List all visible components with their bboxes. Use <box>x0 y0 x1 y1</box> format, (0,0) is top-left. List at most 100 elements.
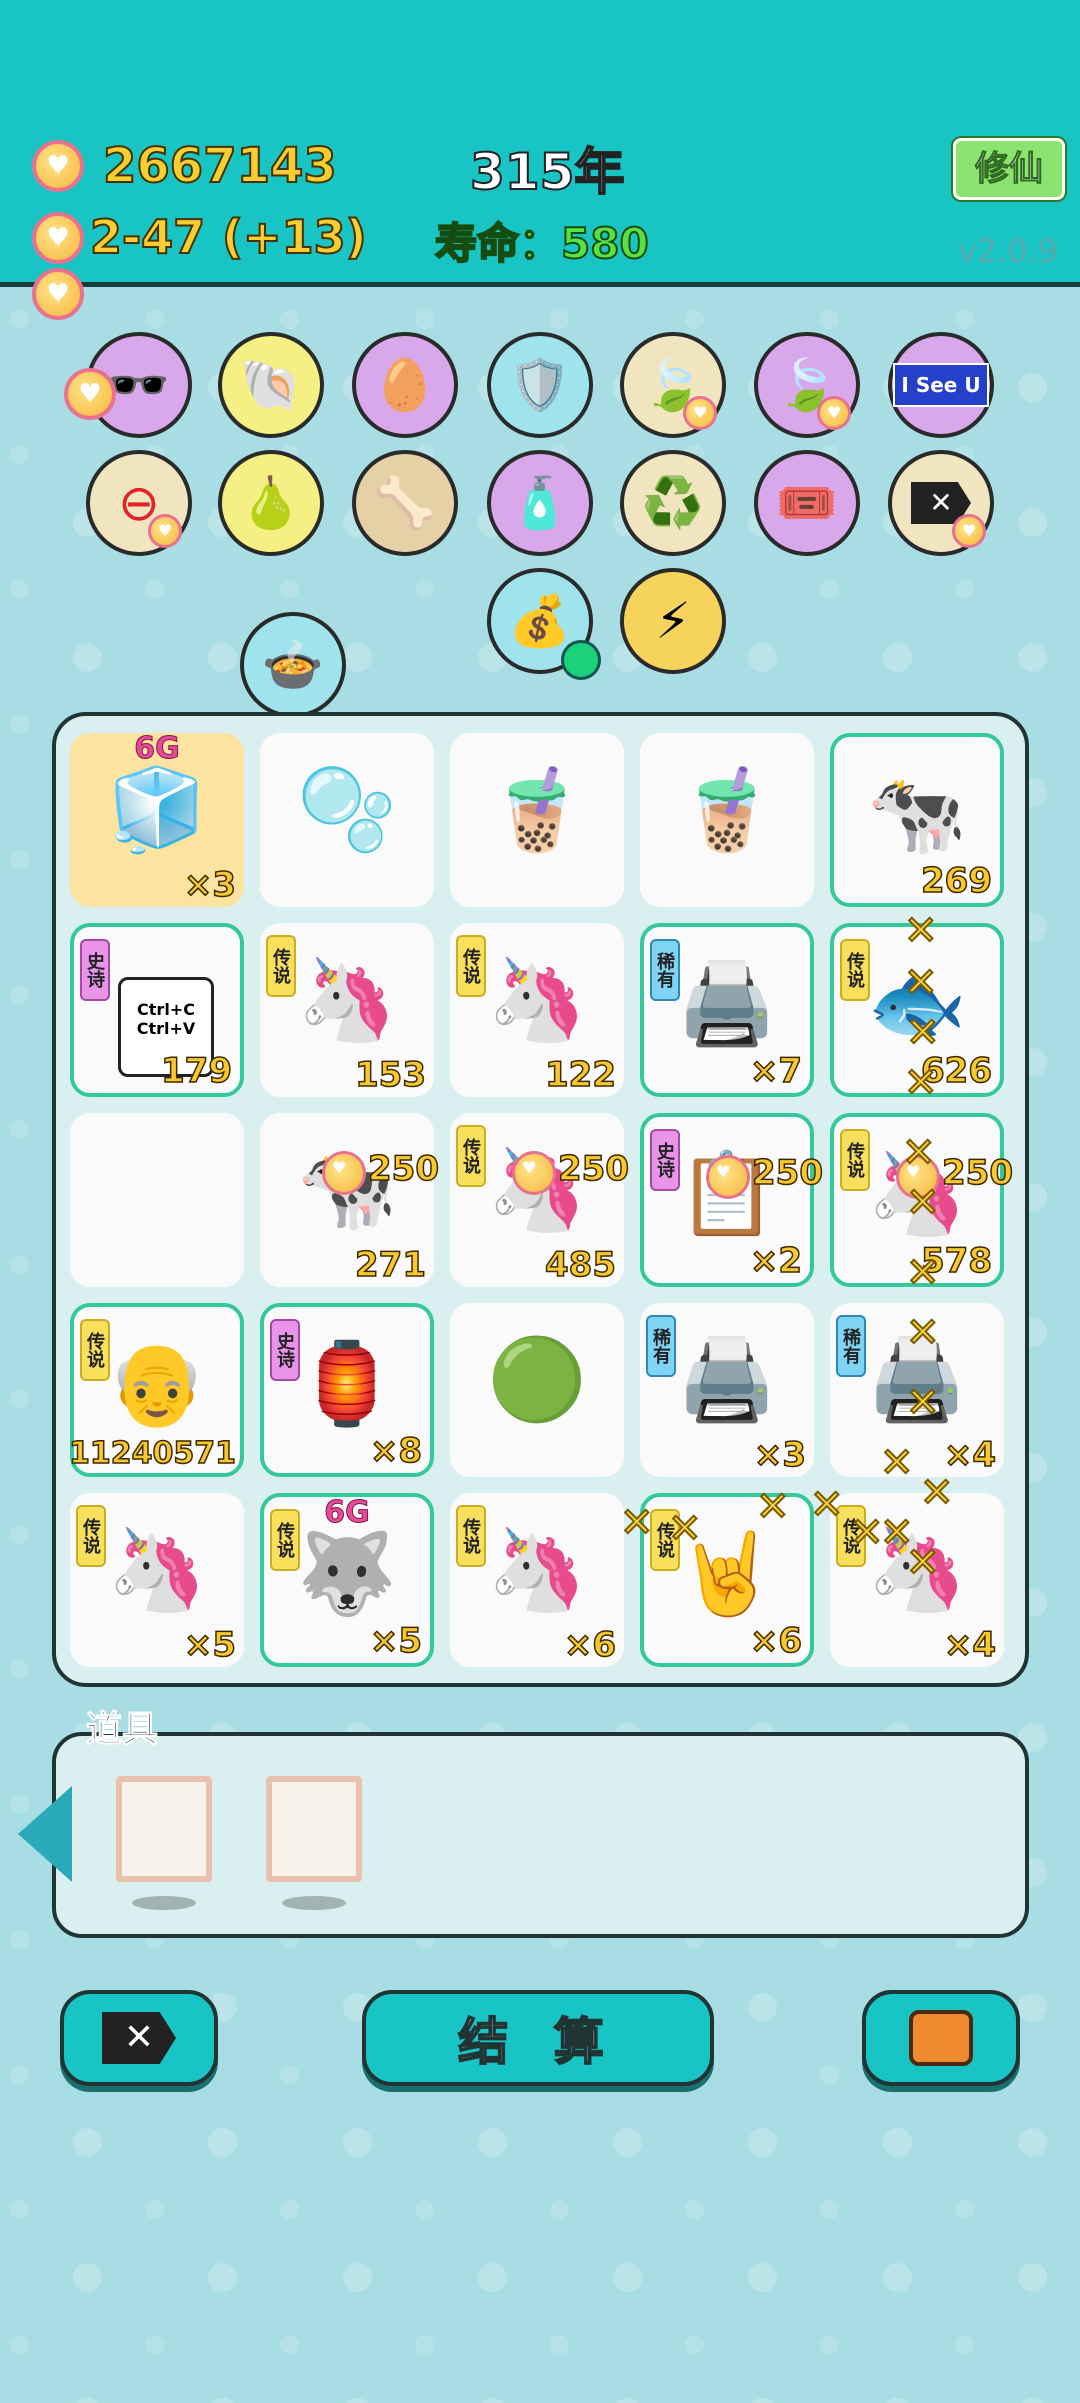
i-see-u-label: I See U <box>893 363 989 407</box>
tool-slot[interactable] <box>266 1776 362 1882</box>
board-cell[interactable]: 🏮 史诗 ×8 <box>260 1303 434 1477</box>
cell-count: 485 <box>544 1244 616 1286</box>
slot-shadow <box>132 1896 196 1910</box>
cell-count: ×3 <box>753 1434 807 1476</box>
cell-item-icon: 🧋 <box>487 763 587 856</box>
board-cell[interactable]: 🧊 6G ×3 <box>70 731 244 907</box>
i-see-u-item[interactable]: I See U <box>888 332 994 438</box>
ticket-item[interactable]: 🎟️ <box>754 450 860 556</box>
cell-item-icon: 🧋 <box>677 763 777 856</box>
board-cell[interactable]: 🐄271250 <box>260 1113 440 1287</box>
cell-count: ×2 <box>749 1240 803 1282</box>
cell-item-icon: 🐄 <box>867 767 967 860</box>
price-coin-icon <box>706 1155 750 1199</box>
cell-count: ×5 <box>369 1620 423 1662</box>
effect-x: ✕ <box>849 1509 884 1557</box>
cell-item-icon: 🫧 <box>297 763 397 856</box>
rarity-tag: 稀有 <box>836 1315 866 1377</box>
rarity-tag: 传说 <box>456 935 486 997</box>
coin-badge <box>683 396 717 430</box>
discard-button[interactable]: ✕ <box>60 1990 218 2086</box>
effect-x: ✕ <box>667 1505 702 1553</box>
effect-x: ✕ <box>905 1249 940 1297</box>
cell-count: ×7 <box>749 1050 803 1092</box>
effect-x: ✕ <box>905 1379 940 1427</box>
coin-badge <box>952 514 986 548</box>
settle-button[interactable]: 结 算 <box>362 1990 714 2086</box>
rarity-tag: 传说 <box>840 939 870 1001</box>
board-cell[interactable]: 🖨️ 稀有 ×7 <box>640 923 814 1097</box>
board-cell[interactable]: 🦄传说485250 <box>450 1113 630 1287</box>
price-coin-icon <box>512 1151 556 1195</box>
board-cell[interactable]: 🧋 <box>640 733 814 907</box>
cell-count: 269 <box>920 860 992 902</box>
coin-icon-extra <box>32 268 84 320</box>
effect-x: ✕ <box>919 1469 954 1517</box>
board-cell[interactable] <box>70 1113 244 1287</box>
recycle-item[interactable]: ♻️ <box>620 450 726 556</box>
cultivate-button[interactable]: 修仙 <box>953 138 1065 200</box>
rarity-tag: 传说 <box>76 1505 106 1567</box>
year-counter: 315年 <box>469 142 625 202</box>
grapefruit-item[interactable]: 🍐 <box>218 450 324 556</box>
spray-bottle-item[interactable]: 🧴 <box>487 450 593 556</box>
shield-wrench-item[interactable]: 🛡️ <box>487 332 593 438</box>
scroll-left-arrow-icon[interactable] <box>18 1786 72 1882</box>
effect-x: ✕ <box>905 1539 940 1587</box>
board-cell[interactable]: 🦄 传说 ×5 <box>70 1493 244 1667</box>
effect-x: ✕ <box>903 959 938 1007</box>
dog-food-item[interactable]: 🦴 <box>352 450 458 556</box>
cell-item-icon: 🧊 <box>107 763 207 856</box>
effect-x: ✕ <box>879 1439 914 1487</box>
slot-shadow <box>282 1896 346 1910</box>
cell-price: 250 <box>557 1148 629 1190</box>
coin-rate-bonus: (+13) <box>221 209 368 265</box>
coin-badge <box>148 514 182 548</box>
cell-count: 122 <box>544 1054 616 1096</box>
board-cell[interactable]: 👴 传说 11240571 <box>68 1303 244 1477</box>
effect-x: ✕ <box>903 1059 938 1107</box>
cell-count: ×3 <box>183 864 237 906</box>
6g-label: 6G <box>324 1495 371 1531</box>
coin-rate-icon <box>32 212 84 264</box>
lightning-item[interactable]: ⚡ <box>620 568 726 674</box>
board-cell[interactable]: 🧋 <box>450 733 624 907</box>
board-cell[interactable]: Ctrl+C Ctrl+V 史诗 179 <box>70 923 244 1097</box>
bag-button[interactable] <box>862 1990 1020 2086</box>
effect-x: ✕ <box>809 1481 844 1529</box>
egg-item[interactable]: 🥚 <box>352 332 458 438</box>
rarity-tag: 稀有 <box>646 1315 676 1377</box>
board-cell[interactable]: 🖨️ 稀有 ×3 <box>640 1303 814 1477</box>
coin-icon <box>32 140 84 192</box>
cell-count: ×6 <box>563 1624 617 1666</box>
effect-x: ✕ <box>905 1309 940 1357</box>
briefcase-icon <box>909 2010 973 2066</box>
rarity-tag: 稀有 <box>650 939 680 1001</box>
pot-item[interactable]: 🍲 <box>240 612 346 718</box>
6g-label: 6G <box>134 731 181 767</box>
cell-count: 11240571 <box>68 1435 237 1472</box>
cell-count: 179 <box>160 1050 232 1092</box>
board-cell[interactable]: 🐄 269 <box>830 733 1004 907</box>
tool-slot[interactable] <box>116 1776 212 1882</box>
shell-item[interactable]: 🐚 <box>218 332 324 438</box>
status-dot <box>561 640 601 680</box>
board-cell[interactable]: 📋史诗×2250 <box>640 1113 824 1287</box>
board-cell[interactable]: 🫧 <box>260 733 434 907</box>
board-cell[interactable]: 🦄 传说 153 <box>260 923 434 1097</box>
cell-count: 153 <box>354 1054 426 1096</box>
close-icon: ✕ <box>102 2012 176 2064</box>
board-cell[interactable]: 🦄 传说 122 <box>450 923 624 1097</box>
effect-x: ✕ <box>619 1499 654 1547</box>
effect-x: ✕ <box>905 1009 940 1057</box>
cell-item-icon: 🟢 <box>487 1333 587 1426</box>
effect-x: ✕ <box>755 1483 790 1531</box>
cell-count: ×8 <box>369 1430 423 1472</box>
board-cell[interactable]: 🟢 <box>450 1303 624 1477</box>
coin-badge <box>817 396 851 430</box>
board-cell[interactable]: 🐺 传说 6G ×5 <box>260 1493 434 1667</box>
cell-count: ×4 <box>943 1624 997 1666</box>
coin-total: 2667143 <box>102 137 338 195</box>
board-cell[interactable]: 🦄 传说 ×6 <box>450 1493 624 1667</box>
cell-price: 250 <box>367 1148 439 1190</box>
